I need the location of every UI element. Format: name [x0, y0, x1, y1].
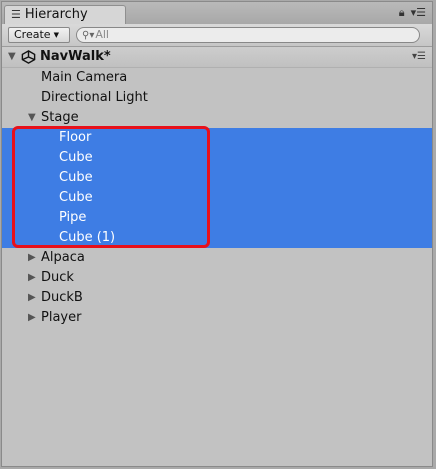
hierarchy-item[interactable]: ▶ Player [2, 308, 432, 328]
hierarchy-item[interactable]: ▶ Duck [2, 268, 432, 288]
hierarchy-item[interactable]: ▼ Stage [2, 108, 432, 128]
hierarchy-item-label: Cube [59, 170, 93, 185]
hierarchy-item[interactable]: Main Camera [2, 68, 432, 88]
hierarchy-item[interactable]: Cube [2, 168, 432, 188]
hierarchy-item-label: Cube [59, 190, 93, 205]
search-icon[interactable]: ⚲▾ [82, 30, 94, 41]
foldout-expanded-icon[interactable]: ▼ [8, 47, 16, 67]
foldout-expanded-icon[interactable]: ▼ [28, 108, 36, 128]
hierarchy-item-label: Cube [59, 150, 93, 165]
hierarchy-tree: ▼ NavWalk* ▾☰ Main Camera Directional Lig… [2, 47, 432, 328]
foldout-collapsed-icon[interactable]: ▶ [28, 308, 36, 328]
hierarchy-item[interactable]: ▶ DuckB [2, 288, 432, 308]
tab-strip: ☰ Hierarchy 🔒︎ ▾☰ [2, 2, 432, 25]
hierarchy-item-label: Pipe [59, 210, 87, 225]
hierarchy-item[interactable]: ▶ Alpaca [2, 248, 432, 268]
search-input[interactable] [95, 28, 376, 41]
scene-name: NavWalk* [40, 49, 111, 64]
foldout-collapsed-icon[interactable]: ▶ [28, 268, 36, 288]
hierarchy-item[interactable]: Pipe [2, 208, 432, 228]
scene-header[interactable]: ▼ NavWalk* ▾☰ [2, 47, 432, 68]
hierarchy-item-label: Cube (1) [59, 230, 116, 245]
hierarchy-item-label: Directional Light [41, 90, 148, 105]
scene-menu-icon[interactable]: ▾☰ [412, 47, 426, 67]
hierarchy-item[interactable]: Cube [2, 148, 432, 168]
panel-menu-icon[interactable]: ▾☰ [411, 6, 426, 19]
tab-tools: 🔒︎ ▾☰ [393, 6, 426, 20]
hierarchy-item-label: Main Camera [41, 70, 128, 85]
foldout-collapsed-icon[interactable]: ▶ [28, 288, 36, 308]
search-field[interactable]: ⚲▾ [76, 27, 420, 43]
hierarchy-rows: Main Camera Directional Light ▼ Stage Floor C… [2, 68, 432, 328]
hierarchy-item-label: Floor [59, 130, 92, 145]
hierarchy-window: ☰Hierarchy 🔒︎▾☰ Create▼ ⚲▾ ▼ NavWalk* ▾☰… [1, 1, 433, 467]
hierarchy-item-label: Duck [41, 270, 74, 285]
hierarchy-item-label: Stage [41, 110, 79, 125]
dropdown-caret-icon: ▼ [53, 31, 59, 39]
hierarchy-item[interactable]: Cube (1) [2, 228, 432, 248]
hierarchy-item-label: DuckB [41, 290, 83, 305]
create-button[interactable]: Create ▼ [8, 27, 70, 43]
lock-icon[interactable]: 🔒︎ [399, 6, 405, 19]
hierarchy-item[interactable]: Cube [2, 188, 432, 208]
unity-scene-icon [21, 50, 36, 64]
tab-label: Hierarchy [24, 7, 88, 22]
hierarchy-toolbar: Create ▼ ⚲▾ [2, 24, 432, 47]
hierarchy-item-label: Alpaca [41, 250, 85, 265]
list-icon: ☰ [11, 8, 21, 21]
foldout-collapsed-icon[interactable]: ▶ [28, 248, 36, 268]
create-button-label: Create [14, 28, 51, 41]
hierarchy-item[interactable]: Floor [2, 128, 432, 148]
hierarchy-item[interactable]: Directional Light [2, 88, 432, 108]
tab-hierarchy[interactable]: ☰ Hierarchy [4, 5, 126, 24]
hierarchy-item-label: Player [41, 310, 82, 325]
